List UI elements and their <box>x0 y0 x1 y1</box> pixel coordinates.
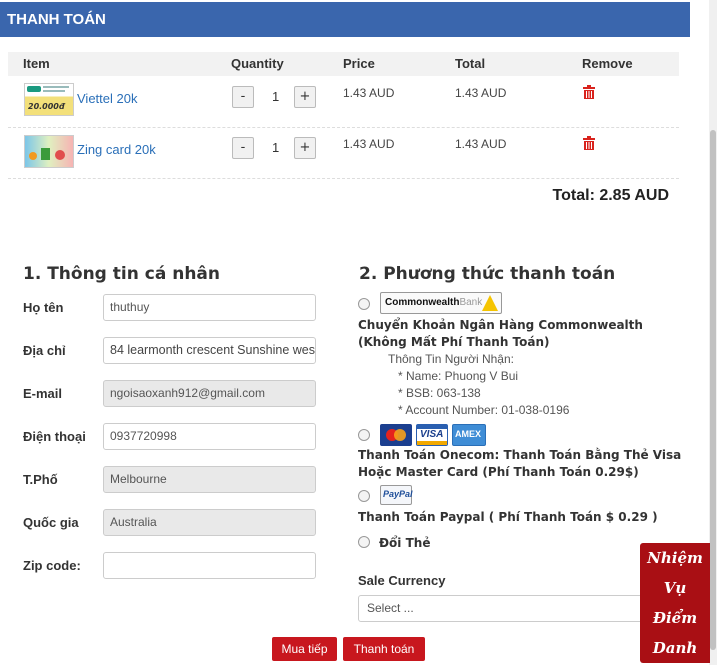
phone-input[interactable]: 0937720998 <box>103 423 316 450</box>
scrollbar-thumb[interactable] <box>710 130 716 650</box>
onecom-radio[interactable] <box>358 429 370 441</box>
checkout-button[interactable]: Thanh toán <box>343 637 425 661</box>
paypal-logo: PayPal <box>380 485 413 505</box>
page-header: THANH TOÁN <box>0 2 690 37</box>
qty-value: 1 <box>272 89 280 104</box>
cart-row: Zing card 20k - 1 + 1.43 AUD 1.43 AUD <box>8 128 679 179</box>
zing-card-thumbnail <box>24 135 74 168</box>
cart-grand-total: Total: 2.85 AUD <box>552 187 669 204</box>
amex-icon: AMEX <box>452 424 486 446</box>
increase-qty-button[interactable]: + <box>294 137 316 159</box>
cart-table-header: Item Quantity Price Total Remove <box>8 52 679 76</box>
onecom-title-line2: Hoặc Master Card (Phí Thanh Toán 0.29$) <box>358 465 639 479</box>
exchange-card-title: Đổi Thẻ <box>379 536 431 550</box>
commonwealth-title-line1: Chuyển Khoản Ngân Hàng Commonwealth <box>358 318 643 332</box>
col-item: Item <box>23 56 50 71</box>
email-label: E-mail <box>23 386 63 401</box>
commonwealth-bank-logo: CommonwealthBank <box>380 292 502 314</box>
commonwealth-radio[interactable] <box>358 298 370 310</box>
continue-shopping-button[interactable]: Mua tiếp <box>272 637 337 661</box>
widget-line4: Danh <box>652 639 698 657</box>
country-input[interactable]: Australia <box>103 509 316 536</box>
col-remove: Remove <box>582 56 633 71</box>
trash-icon[interactable] <box>583 85 595 99</box>
total-value: 1.43 AUD <box>455 137 507 151</box>
decrease-qty-button[interactable]: - <box>232 86 254 108</box>
col-total: Total <box>455 56 486 71</box>
col-quantity: Quantity <box>231 56 284 71</box>
recipient-name: * Name: Phuong V Bui <box>398 369 519 383</box>
paypal-title: Thanh Toán Paypal ( Phí Thanh Toán $ 0.2… <box>358 510 658 524</box>
personal-info-heading: 1. Thông tin cá nhân <box>23 264 220 284</box>
city-label: T.Phố <box>23 472 58 487</box>
col-price: Price <box>343 56 375 71</box>
city-input[interactable]: Melbourne <box>103 466 316 493</box>
recipient-bsb: * BSB: 063-138 <box>398 386 481 400</box>
page-title: THANH TOÁN <box>7 11 106 28</box>
onecom-title-line1: Thanh Toán Onecom: Thanh Toán Bằng Thẻ V… <box>358 448 682 462</box>
increase-qty-button[interactable]: + <box>294 86 316 108</box>
viettel-card-thumbnail: 20.000đ <box>24 83 74 116</box>
widget-line1: Nhiệm <box>647 549 703 567</box>
address-input[interactable]: 84 learmonth crescent Sunshine west <box>103 337 316 364</box>
price-value: 1.43 AUD <box>343 86 395 100</box>
paypal-radio[interactable] <box>358 490 370 502</box>
total-value: 1.43 AUD <box>455 86 507 100</box>
recipient-account: * Account Number: 01-038-0196 <box>398 403 570 417</box>
product-link-zing[interactable]: Zing card 20k <box>77 142 156 157</box>
price-value: 1.43 AUD <box>343 137 395 151</box>
daily-checkin-widget[interactable]: Nhiệm Vụ Điểm Danh <box>640 543 710 663</box>
cart-row: 20.000đ Viettel 20k - 1 + 1.43 AUD 1.43 … <box>8 77 679 128</box>
trash-icon[interactable] <box>583 136 595 150</box>
phone-label: Điện thoại <box>23 429 86 444</box>
widget-line3: Điểm <box>652 609 698 627</box>
commonwealth-title-line2: (Không Mất Phí Thanh Toán) <box>358 335 550 349</box>
exchange-card-radio[interactable] <box>358 536 370 548</box>
zip-label: Zip code: <box>23 558 81 573</box>
widget-line2: Vụ <box>663 579 687 597</box>
full-name-input[interactable]: thuthuy <box>103 294 316 321</box>
address-label: Địa chỉ <box>23 343 66 358</box>
country-label: Quốc gia <box>23 515 79 530</box>
visa-icon: VISA <box>416 424 448 446</box>
decrease-qty-button[interactable]: - <box>232 137 254 159</box>
zip-input[interactable] <box>103 552 316 579</box>
mastercard-icon <box>380 424 412 446</box>
email-input[interactable]: ngoisaoxanh912@gmail.com <box>103 380 316 407</box>
sale-currency-select[interactable]: Select ... <box>358 595 648 622</box>
product-link-viettel[interactable]: Viettel 20k <box>77 91 137 106</box>
payment-method-heading: 2. Phương thức thanh toán <box>359 264 616 284</box>
thumbnail-amount: 20.000đ <box>28 102 65 111</box>
qty-value: 1 <box>272 140 280 155</box>
recipient-info-label: Thông Tin Người Nhận: <box>388 352 514 366</box>
sale-currency-label: Sale Currency <box>358 573 446 588</box>
full-name-label: Họ tên <box>23 300 64 315</box>
